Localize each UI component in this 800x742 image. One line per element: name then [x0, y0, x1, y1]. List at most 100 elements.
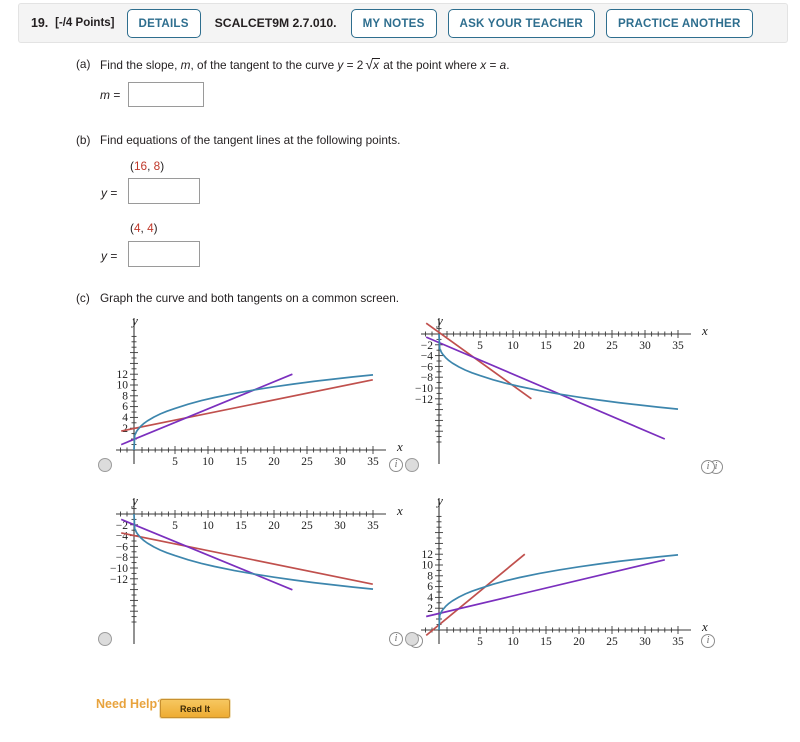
svg-text:x: x: [701, 323, 708, 338]
graph-4-plot: 246 81012 5 10 15 20 25 30 35 y x: [421, 493, 708, 648]
part-a-answer-label: m =: [100, 88, 121, 102]
svg-text:10: 10: [507, 340, 519, 352]
svg-text:y: y: [435, 313, 443, 328]
part-a-period: .: [506, 58, 510, 72]
svg-text:35: 35: [672, 636, 684, 648]
svg-text:x: x: [396, 439, 403, 454]
part-c-question-text: Graph the curve and both tangents on a c…: [100, 291, 400, 305]
part-b-question-text: Find equations of the tangent lines at t…: [100, 133, 401, 147]
graph-1-radio-button[interactable]: [98, 458, 112, 472]
graph-option-3[interactable]: −2−4−6 −8−10−12 51015 202530 35 y x i: [98, 492, 423, 652]
part-a-eq-equals-2: =: [489, 58, 497, 72]
details-button[interactable]: DETAILS: [126, 8, 201, 38]
svg-text:5: 5: [172, 520, 178, 532]
read-it-button[interactable]: Read It: [160, 699, 230, 718]
svg-text:6: 6: [427, 581, 433, 593]
svg-text:5: 5: [477, 636, 483, 648]
svg-text:4: 4: [427, 592, 433, 604]
svg-text:15: 15: [540, 636, 552, 648]
svg-text:30: 30: [334, 456, 346, 468]
svg-text:35: 35: [367, 456, 379, 468]
svg-text:10: 10: [202, 520, 214, 532]
svg-text:15: 15: [540, 340, 552, 352]
need-help-label: Need Help?: [96, 697, 165, 711]
svg-text:25: 25: [301, 456, 313, 468]
svg-text:5: 5: [477, 340, 483, 352]
svg-text:30: 30: [639, 340, 651, 352]
practice-another-button[interactable]: PRACTICE ANOTHER: [605, 8, 753, 38]
svg-text:y: y: [435, 493, 443, 508]
svg-text:10: 10: [117, 380, 129, 392]
question-header-bar: 19. [-/4 Points] DETAILS SCALCET9M 2.7.0…: [18, 3, 788, 43]
svg-text:y: y: [130, 493, 138, 508]
my-notes-button[interactable]: MY NOTES: [350, 8, 437, 38]
radicand: x: [372, 58, 380, 72]
svg-text:−12: −12: [110, 574, 128, 586]
svg-text:10: 10: [507, 636, 519, 648]
svg-text:15: 15: [235, 520, 247, 532]
part-a-eq-equals: =: [346, 58, 354, 72]
graph-4-info-icon[interactable]: i: [701, 634, 715, 648]
part-a-var-m: m: [180, 58, 191, 72]
part-a-eq-x: x: [480, 58, 487, 72]
part-b-point-1: (16, 8): [130, 159, 165, 173]
svg-text:10: 10: [202, 456, 214, 468]
ask-your-teacher-button[interactable]: ASK YOUR TEACHER: [447, 8, 595, 38]
svg-text:25: 25: [301, 520, 313, 532]
square-root-icon: √x: [363, 57, 380, 72]
graph-2-left-info-icon[interactable]: i: [389, 458, 403, 472]
svg-text:30: 30: [334, 520, 346, 532]
svg-text:8: 8: [122, 390, 128, 402]
svg-text:2: 2: [427, 603, 433, 615]
graph-option-1[interactable]: 246 8 10 12 5 10 15 20 25 30 35 y x i: [98, 312, 723, 474]
part-b-answer-2-label: y =: [101, 249, 118, 263]
graph-1-plot: 246 81012 5 10 15 20 25 30 35 y x: [116, 313, 403, 468]
svg-text:12: 12: [422, 549, 434, 561]
svg-text:20: 20: [573, 340, 585, 352]
part-a-answer-input[interactable]: [128, 82, 204, 107]
graph-3-plot: −2−4−6 −8−10−12 5 10 15 20 25 30 35 y x: [110, 493, 403, 644]
svg-text:35: 35: [367, 520, 379, 532]
part-a-text-mid: , of the tangent to the curve: [190, 58, 335, 72]
svg-text:x: x: [701, 619, 708, 634]
graph-2-radio-button[interactable]: [405, 458, 419, 472]
graph-2-info-icon[interactable]: i: [701, 460, 715, 474]
svg-text:10: 10: [422, 560, 434, 572]
svg-text:15: 15: [235, 456, 247, 468]
svg-text:12: 12: [117, 369, 129, 381]
part-a-question-text: Find the slope, m, of the tangent to the…: [100, 57, 509, 72]
points-badge: [-/4 Points]: [55, 17, 115, 29]
svg-text:5: 5: [172, 456, 178, 468]
svg-text:y: y: [130, 313, 138, 328]
svg-text:2: 2: [122, 423, 128, 435]
graph-3-radio-button[interactable]: [98, 632, 112, 646]
svg-text:25: 25: [606, 636, 618, 648]
graph-option-2[interactable]: −2 −4 −6 −8 −10 −12 5 10 15 20 25 30 35 y x i i: [389, 312, 715, 474]
svg-text:4: 4: [122, 412, 128, 424]
graph-option-4[interactable]: 246 8 10 12 5 10 15 20 25 30 35 y x i i: [389, 492, 715, 652]
question-number: 19.: [31, 16, 49, 30]
part-b-answer-1-input[interactable]: [128, 178, 200, 204]
part-c-label: (c): [76, 291, 90, 305]
svg-text:20: 20: [268, 520, 280, 532]
part-a-label: (a): [76, 57, 91, 71]
point-1-x: 16: [133, 159, 148, 173]
svg-text:6: 6: [122, 401, 128, 413]
svg-text:8: 8: [427, 570, 433, 582]
svg-text:20: 20: [573, 636, 585, 648]
svg-text:20: 20: [268, 456, 280, 468]
svg-text:35: 35: [672, 340, 684, 352]
graph-2-plot: −2−4−6 −8−10−12 5 10 15 20 25 30 35 y x: [415, 313, 708, 464]
part-a-text-after: at the point where: [383, 58, 477, 72]
part-b-answer-1-label: y =: [101, 186, 118, 200]
svg-text:x: x: [396, 503, 403, 518]
part-b-label: (b): [76, 133, 91, 147]
graph-4-radio-button[interactable]: [405, 632, 419, 646]
svg-text:30: 30: [639, 636, 651, 648]
part-b-answer-2-input[interactable]: [128, 241, 200, 267]
svg-text:25: 25: [606, 340, 618, 352]
textbook-reference: SCALCET9M 2.7.010.: [214, 16, 337, 30]
graph-4-left-info-icon[interactable]: i: [389, 632, 403, 646]
svg-text:−12: −12: [415, 394, 433, 406]
part-b-point-2: (4, 4): [130, 221, 158, 235]
